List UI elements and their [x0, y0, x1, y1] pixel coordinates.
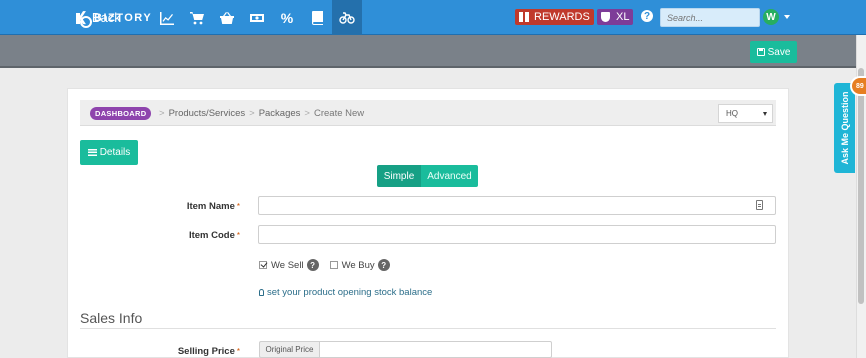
id-card-icon[interactable]	[756, 200, 763, 210]
back-button[interactable]: ❮ Back	[77, 9, 121, 25]
sub-header	[0, 35, 866, 68]
required-mark: *	[236, 202, 240, 211]
floppy-disk-icon	[756, 48, 765, 56]
we-buy-checkbox[interactable]	[329, 261, 338, 269]
item-code-label-text: Item Code	[188, 230, 235, 241]
plan-badge[interactable]: XL	[597, 9, 634, 25]
branch-select[interactable]: HQ	[718, 104, 773, 123]
breadcrumb-create-new: Create New	[313, 108, 365, 119]
item-code-input[interactable]	[258, 225, 776, 244]
breadcrumb-dashboard[interactable]: DASHBOARD	[90, 107, 152, 120]
chevron-down-icon[interactable]	[784, 15, 790, 19]
form-card	[67, 88, 789, 358]
cart-icon	[190, 11, 204, 24]
item-name-label: Item Name *	[150, 201, 240, 212]
scrollbar-thumb[interactable]	[858, 68, 864, 304]
item-name-input[interactable]	[258, 196, 776, 215]
mode-simple-button[interactable]: Simple	[377, 165, 421, 187]
list-icon	[87, 149, 97, 156]
ask-me-question-tab[interactable]: Ask Me Question	[834, 83, 855, 173]
money-icon	[250, 13, 264, 22]
nav-reports[interactable]	[152, 0, 182, 35]
avatar[interactable]: W	[763, 9, 779, 25]
breadcrumb-trail: > Products/Services > Packages > Create …	[155, 107, 364, 120]
required-mark: *	[236, 231, 240, 240]
gift-icon	[519, 12, 529, 22]
item-code-label: Item Code *	[150, 230, 240, 241]
nav-tax[interactable]: %	[272, 0, 302, 35]
caret-down-icon	[763, 112, 767, 116]
details-label: Details	[99, 147, 131, 158]
we-sell-label: We Sell	[271, 259, 304, 271]
breadcrumb-separator-icon: >	[249, 108, 255, 119]
chevron-left-icon: ❮	[77, 9, 88, 24]
divider	[80, 328, 776, 329]
item-name-label-text: Item Name	[186, 201, 235, 212]
back-label: Back	[91, 9, 121, 25]
branch-value: HQ	[726, 109, 738, 118]
percent-icon: %	[280, 9, 294, 26]
basket-icon	[220, 11, 234, 24]
search-input[interactable]	[660, 8, 760, 27]
nav-products[interactable]	[332, 0, 362, 35]
help-icon[interactable]: ?	[641, 10, 653, 22]
bicycle-icon	[339, 11, 355, 24]
chart-line-icon	[160, 11, 174, 25]
sales-info-title: Sales Info	[80, 310, 143, 326]
breadcrumb-separator-icon: >	[159, 108, 165, 119]
nav-purchases[interactable]	[212, 0, 242, 35]
we-sell-checkbox[interactable]	[259, 261, 267, 269]
breadcrumb-separator-icon: >	[304, 108, 310, 119]
we-buy-label: We Buy	[341, 259, 375, 271]
lightbulb-icon	[259, 289, 264, 296]
sell-buy-options: We Sell ? We Buy ?	[259, 258, 390, 272]
notification-badge[interactable]: 89	[850, 76, 866, 96]
details-button[interactable]: Details	[80, 140, 138, 165]
help-icon[interactable]: ?	[377, 259, 390, 271]
nav-accounting[interactable]	[302, 0, 332, 35]
rewards-button[interactable]: REWARDS	[515, 9, 594, 25]
opening-stock-link[interactable]: set your product opening stock balance	[259, 287, 432, 298]
plan-label: XL	[616, 11, 630, 23]
opening-stock-link-text: set your product opening stock balance	[267, 287, 433, 298]
breadcrumb-products[interactable]: Products/Services	[169, 108, 246, 119]
nav-sales[interactable]	[182, 0, 212, 35]
selling-price-input[interactable]	[319, 341, 552, 358]
book-icon	[312, 10, 323, 25]
selling-price-label-text: Selling Price	[177, 346, 235, 357]
rewards-label: REWARDS	[534, 11, 590, 23]
help-icon[interactable]: ?	[306, 259, 319, 271]
required-mark: *	[236, 347, 240, 356]
nav-banking[interactable]	[242, 0, 272, 35]
save-label: Save	[767, 46, 791, 58]
mode-advanced-button[interactable]: Advanced	[421, 165, 478, 187]
selling-price-label: Selling Price *	[150, 346, 240, 357]
breadcrumb-packages[interactable]: Packages	[259, 108, 301, 119]
main-nav: %	[152, 0, 362, 35]
original-price-addon: Original Price	[259, 341, 319, 358]
mode-toggle: Simple Advanced	[377, 165, 478, 187]
save-button[interactable]: Save	[750, 41, 797, 63]
ask-me-question-label: Ask Me Question	[839, 91, 850, 165]
shield-icon	[601, 12, 610, 22]
